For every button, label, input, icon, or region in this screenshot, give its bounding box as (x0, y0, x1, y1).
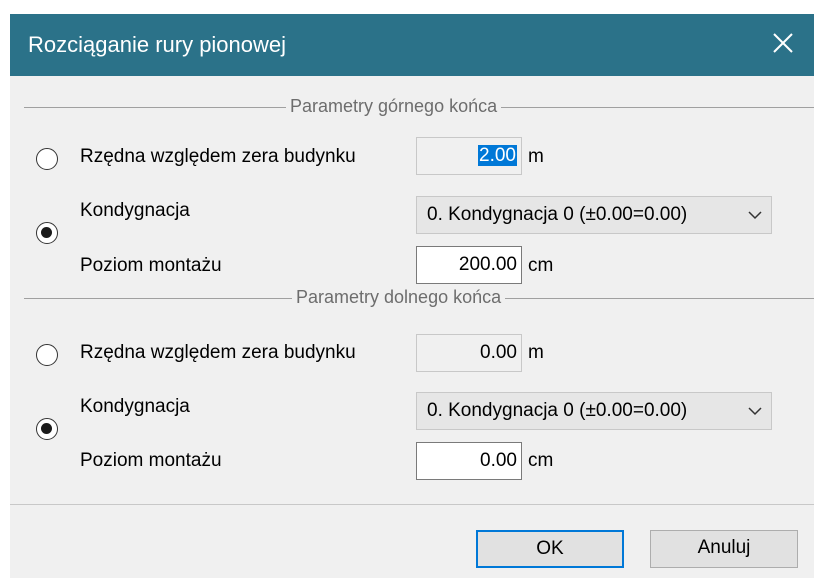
top-mount-field[interactable]: 200.00 (416, 246, 522, 284)
top-storey-radio[interactable] (36, 222, 58, 244)
bottom-storey-select[interactable]: 0. Kondygnacja 0 (±0.00=0.00) (416, 392, 772, 430)
chevron-down-icon (748, 407, 762, 416)
chevron-down-icon (748, 211, 762, 220)
radio-dot (41, 423, 52, 434)
top-elevation-label: Rzędna względem zera budynku (80, 146, 356, 167)
top-elevation-value: 2.00 (478, 145, 517, 166)
bottom-elevation-label: Rzędna względem zera budynku (80, 342, 356, 363)
top-storey-select[interactable]: 0. Kondygnacja 0 (±0.00=0.00) (416, 196, 772, 234)
bottom-elevation-radio[interactable] (36, 344, 58, 366)
top-mount-value: 200.00 (458, 254, 517, 275)
bottom-elevation-field[interactable]: 0.00 (416, 334, 522, 372)
top-mount-unit: cm (528, 255, 554, 276)
top-elevation-field[interactable]: 2.00 (416, 137, 522, 175)
dialog-body: Parametry górnego końca Rzędna względem … (10, 76, 814, 578)
footer-separator (10, 504, 814, 505)
cancel-button[interactable]: Anuluj (650, 530, 798, 568)
bottom-mount-label: Poziom montażu (80, 450, 222, 471)
bottom-mount-field[interactable]: 0.00 (416, 442, 522, 480)
window-title: Rozciąganie rury pionowej (28, 32, 287, 57)
title-bar-fill: Rozciąganie rury pionowej (10, 14, 814, 76)
bottom-storey-label: Kondygnacja (80, 396, 190, 417)
bottom-mount-unit: cm (528, 450, 554, 471)
bottom-elevation-unit: m (528, 342, 544, 363)
close-icon[interactable] (770, 30, 796, 56)
bottom-section-title: Parametry dolnego końca (292, 287, 506, 308)
radio-dot (41, 227, 52, 238)
bottom-elevation-value: 0.00 (480, 342, 517, 363)
top-storey-value: 0. Kondygnacja 0 (±0.00=0.00) (427, 204, 688, 225)
top-storey-label: Kondygnacja (80, 200, 190, 221)
bottom-mount-value: 0.00 (480, 450, 517, 471)
top-elevation-radio[interactable] (36, 148, 58, 170)
top-mount-label: Poziom montażu (80, 255, 222, 276)
bottom-storey-radio[interactable] (36, 418, 58, 440)
bottom-storey-value: 0. Kondygnacja 0 (±0.00=0.00) (427, 400, 688, 421)
top-section-title: Parametry górnego końca (286, 96, 502, 117)
ok-button[interactable]: OK (476, 530, 624, 568)
top-elevation-unit: m (528, 146, 544, 167)
